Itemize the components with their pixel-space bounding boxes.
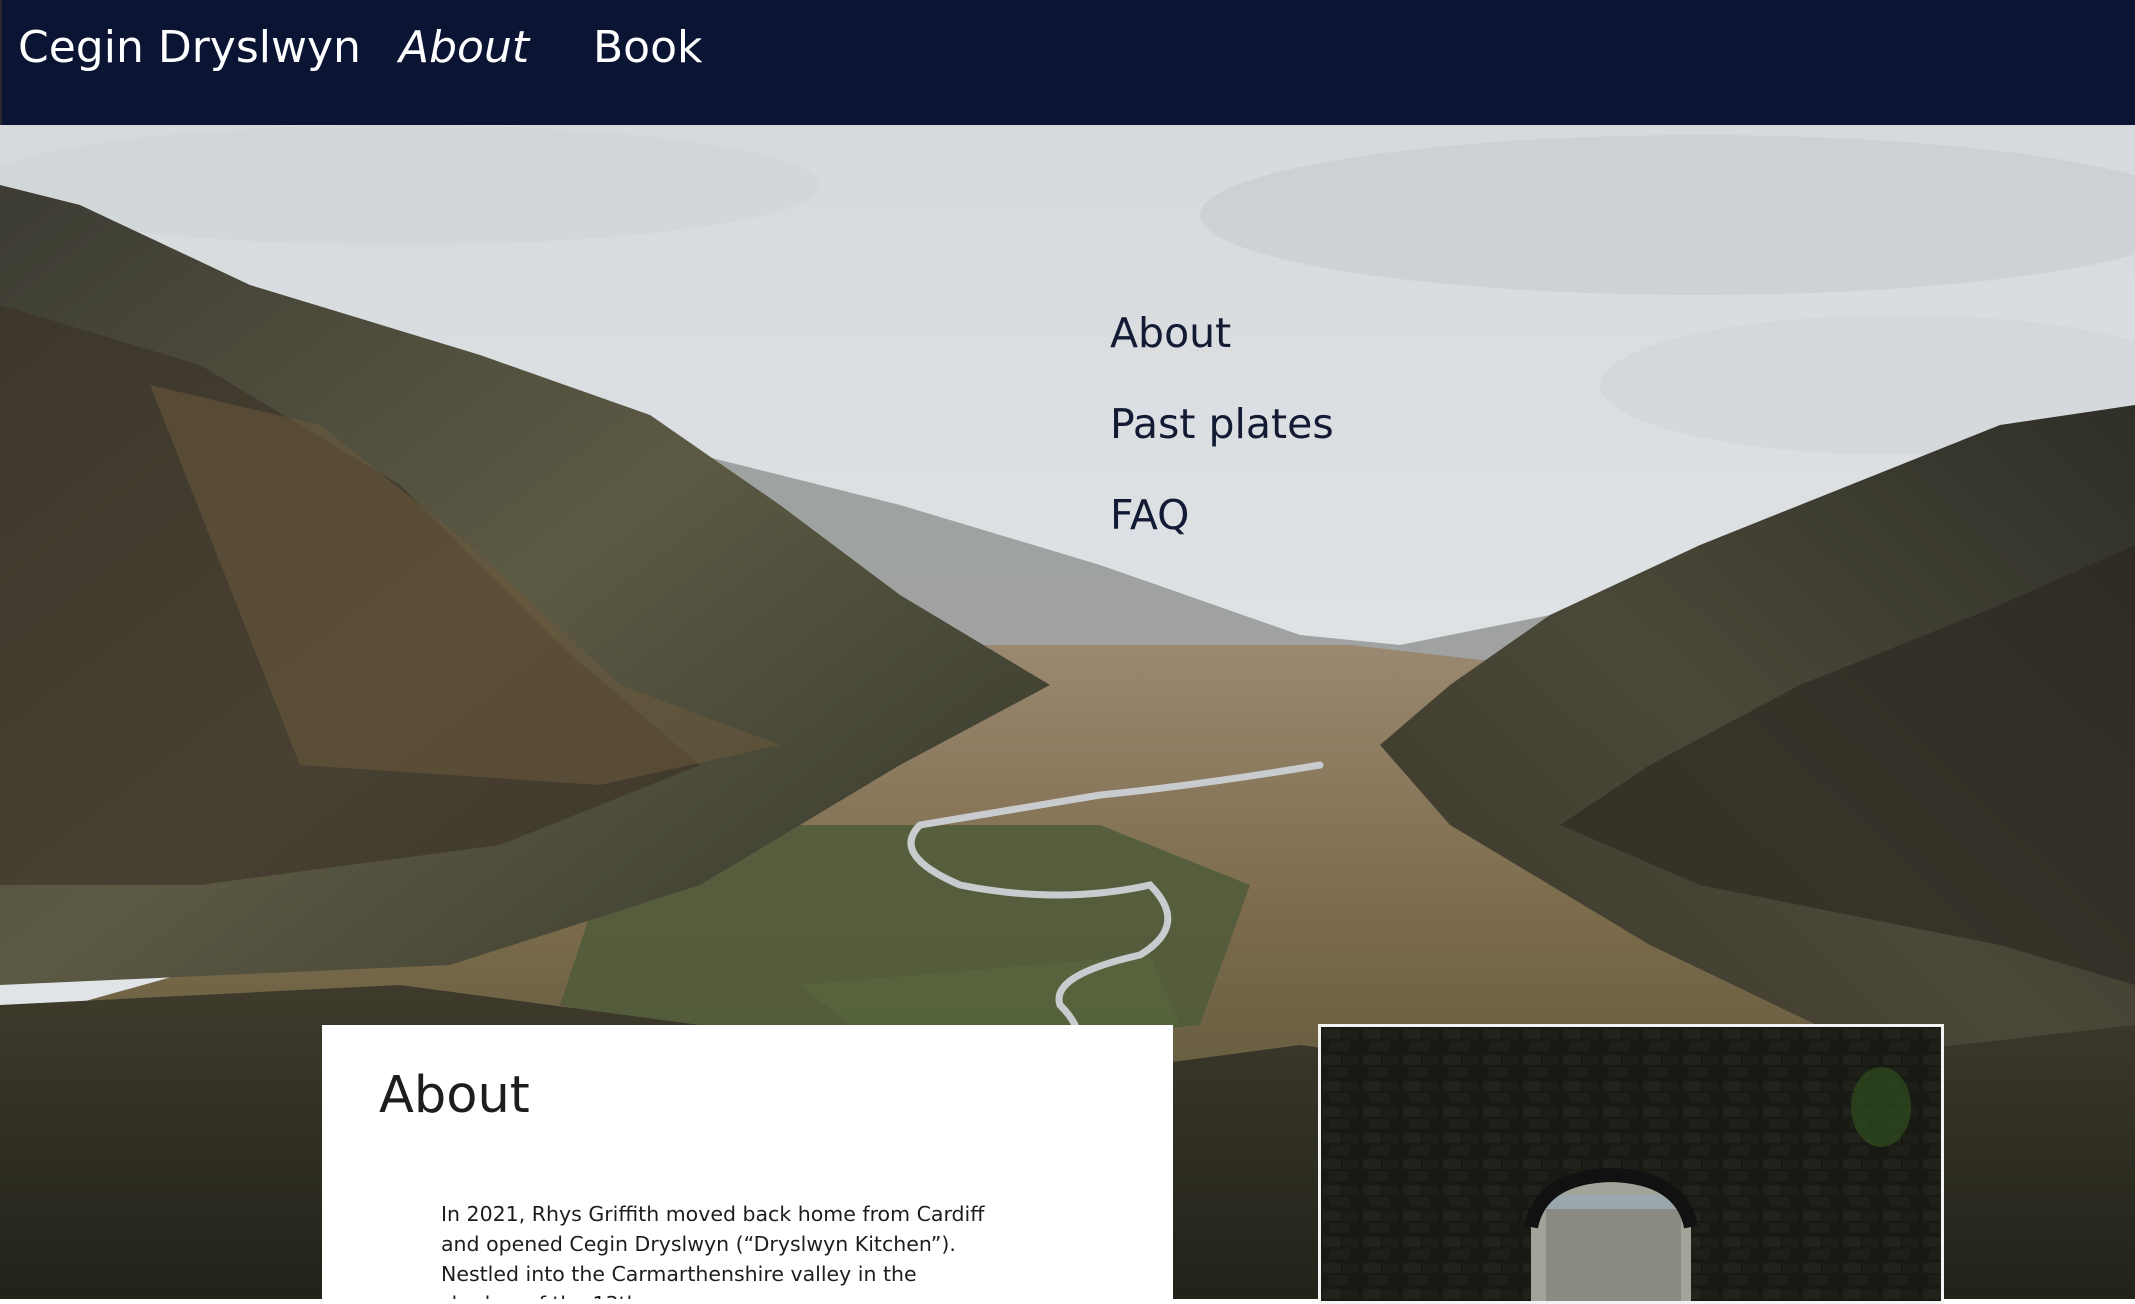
about-submenu: About Past plates FAQ	[1110, 308, 1334, 581]
about-card: About In 2021, Rhys Griffith moved back …	[322, 1025, 1173, 1299]
submenu-item-past-plates[interactable]: Past plates	[1110, 399, 1334, 449]
about-body-text: In 2021, Rhys Griffith moved back home f…	[441, 1202, 985, 1299]
stone-archway-image	[1321, 1027, 1941, 1301]
submenu-item-faq[interactable]: FAQ	[1110, 490, 1334, 540]
top-navigation-bar: Cegin Dryslwyn About Book	[0, 0, 2135, 125]
about-heading: About	[379, 1066, 530, 1125]
side-photo-frame	[1318, 1024, 1944, 1304]
nav-about-link[interactable]: About	[399, 20, 529, 76]
submenu-item-about[interactable]: About	[1110, 308, 1334, 358]
site-logo-link[interactable]: Cegin Dryslwyn	[18, 20, 361, 76]
nav-book-link[interactable]: Book	[593, 20, 703, 76]
